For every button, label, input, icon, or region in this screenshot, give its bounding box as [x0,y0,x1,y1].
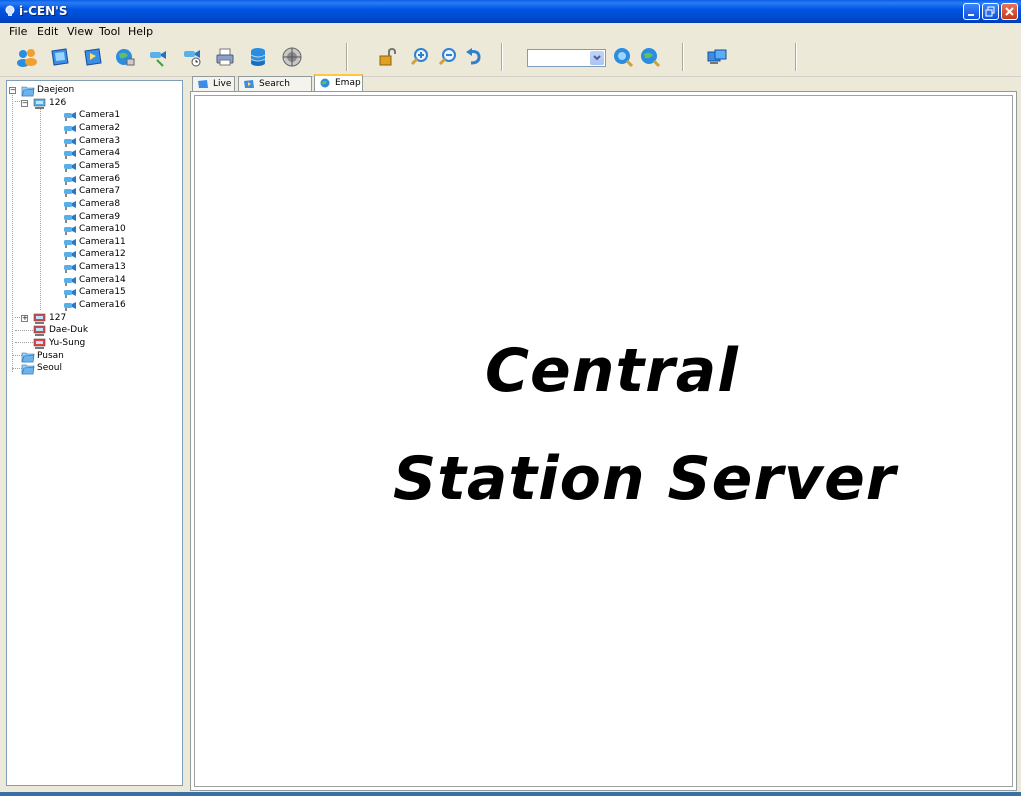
live-view-icon [198,80,208,88]
camera-icon [63,211,77,224]
camera-icon [63,236,77,249]
tree-node-label: 127 [49,312,67,323]
app-icon [5,5,15,16]
tree-node-label: Camera15 [79,287,126,298]
unlock-icon[interactable] [377,46,399,68]
server-icon [33,324,47,337]
menu-tool[interactable]: Tool [99,25,120,38]
tree-node-label: Camera11 [79,236,126,247]
tab-emap[interactable]: Emap [314,74,363,92]
emap-icon [320,78,330,88]
tree-node-label: Pusan [37,350,64,361]
menu-bar: File Edit View Tool Help [0,23,1021,40]
search-view-icon[interactable] [82,46,104,68]
camera-icon [63,109,77,122]
close-button[interactable] [1001,3,1018,20]
restore-icon [985,6,995,17]
emap-select[interactable] [527,49,606,67]
tree-node-label: Camera4 [79,148,121,159]
camera-icon [63,248,77,261]
network-icon[interactable] [281,46,303,68]
tree-node-label: Yu-Sung [49,338,86,348]
toolbar [0,40,1021,77]
server-icon [33,312,47,325]
tree-node-label: Camera16 [79,300,126,311]
tree-node-label: 126 [49,97,67,108]
folder-icon [21,350,35,363]
expand-toggle[interactable]: + [21,314,28,322]
tree-node-label: Camera8 [79,198,121,209]
tree-node-label: Camera9 [79,211,121,222]
toolbar-separator [346,43,348,71]
tree-node-label: Dae-Duk [49,325,89,336]
tree-node-label: Seoul [37,363,62,374]
camera-icon [63,147,77,160]
menu-file[interactable]: File [9,25,27,38]
tree-node-label: Camera3 [79,135,121,146]
camera-icon [63,198,77,211]
minimize-button[interactable] [963,3,980,20]
toolbar-separator [682,43,684,71]
camera-icon [63,286,77,299]
menu-edit[interactable]: Edit [37,25,58,38]
folder-icon [21,84,35,97]
camera-icon [63,185,77,198]
restore-button[interactable] [982,3,999,20]
tree-node-label: Camera14 [79,274,126,285]
bottom-border [0,792,1021,796]
site-tree[interactable]: Daejeon − 126 − Camera1 Camera2 Camera3 Camera4… [6,80,183,786]
zoom-in-icon[interactable] [409,46,431,68]
server-icon [33,337,47,350]
map-title-line2: Station Server [393,444,897,514]
live-view-icon[interactable] [49,46,71,68]
map-title-line1: Central [485,336,739,406]
tree-node-label: Daejeon [37,85,75,95]
title-bar[interactable]: i-CEN'S [0,0,1021,23]
camera-schedule-icon[interactable] [181,46,203,68]
emap-canvas[interactable]: Central Station Server [194,95,1013,787]
chevron-down-icon[interactable] [590,51,604,65]
monitor-icon[interactable] [706,46,728,68]
collapse-toggle[interactable]: − [9,87,16,94]
tab-live[interactable]: Live [192,76,235,91]
camera-icon [63,160,77,173]
camera-icon [63,261,77,274]
menu-view[interactable]: View [67,25,93,38]
map-reset-icon[interactable] [639,46,661,68]
tree-node-label: Camera7 [79,186,121,197]
window-title: i-CEN'S [19,4,68,18]
camera-icon [63,299,77,312]
emap-view[interactable]: Central Station Server [190,91,1017,791]
map-zoom-icon[interactable] [612,46,634,68]
database-icon[interactable] [247,46,269,68]
camera-icon [63,135,77,148]
menu-help[interactable]: Help [128,25,153,38]
tree-node-label: Camera10 [79,224,126,235]
tree-node-label: Camera13 [79,262,126,273]
folder-icon [21,362,35,375]
tree-node-label: Camera2 [79,122,121,133]
camera-settings-icon[interactable] [147,46,169,68]
zoom-out-icon[interactable] [437,46,459,68]
tree-node-label: Camera12 [79,249,126,260]
toolbar-separator [795,43,797,71]
print-icon[interactable] [214,46,236,68]
server-icon [33,97,47,110]
close-icon [1005,7,1014,16]
toolbar-separator [501,43,503,71]
tree-node-label: Camera5 [79,160,121,171]
tree-node-label: Camera6 [79,173,121,184]
tab-search[interactable]: Search (126) [238,76,312,104]
camera-icon [63,122,77,135]
search-view-icon [244,80,254,88]
camera-icon [63,173,77,186]
users-icon[interactable] [16,46,38,68]
camera-icon [63,274,77,287]
tree-node-label: Camera1 [79,110,121,121]
camera-icon [63,223,77,236]
collapse-toggle[interactable]: − [21,99,28,107]
undo-icon[interactable] [463,46,485,68]
emap-icon[interactable] [114,46,136,68]
minimize-icon [968,14,974,16]
